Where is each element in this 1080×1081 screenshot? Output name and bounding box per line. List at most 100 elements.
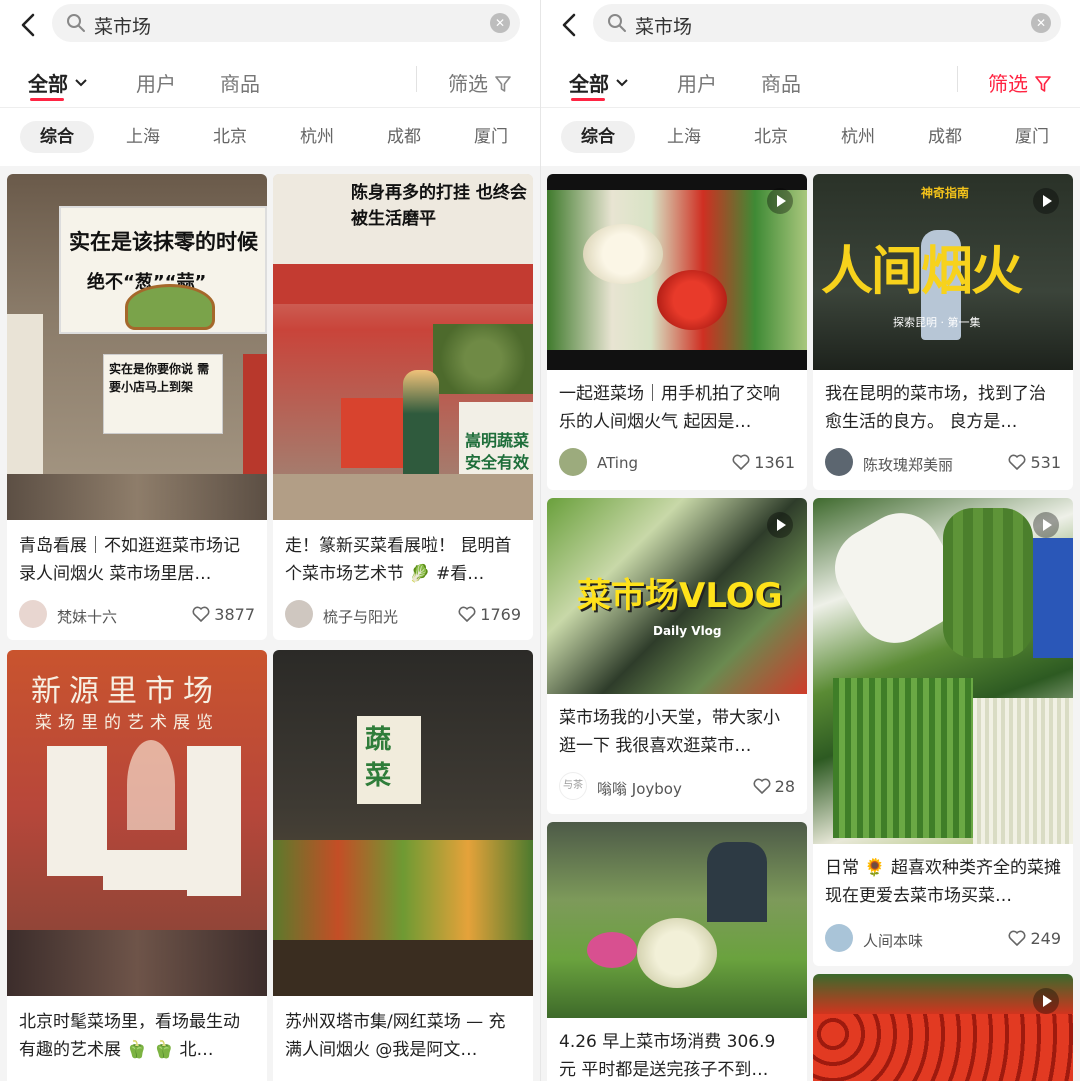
filter-label: 筛选 <box>448 72 488 96</box>
city-chip-hangzhou[interactable]: 杭州 <box>280 121 354 153</box>
image-subtitle: 菜场里的艺术展览 <box>35 713 219 733</box>
city-chip-xiamen[interactable]: 厦门 <box>454 121 528 153</box>
city-chip-beijing[interactable]: 北京 <box>193 121 267 153</box>
note-title: 北京时髦菜场里，看场最生动有趣的艺术展 🫑 🫑 北… <box>19 1012 240 1060</box>
active-tab-underline <box>30 98 64 101</box>
divider <box>957 66 958 92</box>
sign-text: 蔬菜 <box>365 725 392 791</box>
right-screen: 菜市场 ✕ 全部 用户 商品 筛选 综合 上海 北京 杭州 成都 厦门 一起逛菜… <box>540 0 1080 1081</box>
top-bar: 菜市场 ✕ <box>541 0 1080 50</box>
tab-goods[interactable]: 商品 <box>220 68 260 97</box>
author-name[interactable]: ATing <box>597 454 638 472</box>
note-title: 走！篆新买菜看展啦！ 昆明首个菜市场艺术节 🥬 #看… <box>285 536 512 584</box>
like-count-value: 249 <box>1030 929 1061 948</box>
author-avatar[interactable]: 与茶 <box>559 772 587 800</box>
author-name[interactable]: 人间本味 <box>863 930 923 951</box>
tab-goods[interactable]: 商品 <box>761 68 801 97</box>
note-title: 一起逛菜场｜用手机拍了交响乐的人间烟火气 起因是… <box>559 384 780 432</box>
city-chip-all[interactable]: 综合 <box>20 121 94 153</box>
filter-button[interactable]: 筛选 <box>448 68 512 97</box>
note-card[interactable]: 蔬菜 苏州双塔市集/网红菜场 — 充满人间烟火 @我是阿文… <box>273 650 533 1081</box>
like-count[interactable]: 3877 <box>192 605 255 624</box>
note-cover-image: 新源里市场 菜场里的艺术展览 <box>7 650 267 996</box>
city-chip-xiamen[interactable]: 厦门 <box>995 121 1069 153</box>
filter-button[interactable]: 筛选 <box>988 68 1052 97</box>
city-filter-bar: 综合 上海 北京 杭州 成都 厦门 <box>0 108 540 166</box>
like-count[interactable]: 249 <box>1008 929 1061 948</box>
like-count-value: 531 <box>1030 453 1061 472</box>
city-chip-all[interactable]: 综合 <box>561 121 635 153</box>
image-title: 菜市场VLOG <box>577 576 783 616</box>
city-chip-hangzhou[interactable]: 杭州 <box>821 121 895 153</box>
video-play-icon <box>1033 988 1059 1014</box>
author-avatar[interactable] <box>285 600 313 628</box>
author-name[interactable]: 梵妹十六 <box>57 606 117 627</box>
author-name[interactable]: 陈玫瑰郑美丽 <box>863 454 953 475</box>
clear-search-icon[interactable]: ✕ <box>490 13 510 33</box>
note-card[interactable]: 一起逛菜场｜用手机拍了交响乐的人间烟火气 起因是… ATing 1361 <box>547 174 807 490</box>
tab-users[interactable]: 用户 <box>136 68 176 97</box>
heart-icon <box>458 606 476 622</box>
funnel-icon <box>1035 76 1051 92</box>
city-chip-shanghai[interactable]: 上海 <box>106 121 180 153</box>
heart-icon <box>192 606 210 622</box>
note-cover-image: 神奇指南 人间烟火 探索昆明 · 第一集 <box>813 174 1073 370</box>
chevron-down-icon <box>616 79 628 87</box>
image-subtitle: 探索昆明 · 第一集 <box>893 316 981 329</box>
city-chip-shanghai[interactable]: 上海 <box>647 121 721 153</box>
note-card[interactable]: 新源里市场 菜场里的艺术展览 北京时髦菜场里，看场最生动有趣的艺术展 🫑 🫑 北… <box>7 650 267 1081</box>
note-card[interactable] <box>813 974 1073 1081</box>
like-count[interactable]: 531 <box>1008 453 1061 472</box>
chevron-down-icon <box>75 79 87 87</box>
author-avatar[interactable] <box>825 448 853 476</box>
note-card[interactable]: 实在是该抹零的时候 绝不“葱”“蒜” 实在是你要你说 需要小店马上到架 青岛看展… <box>7 174 267 640</box>
note-cover-image: 陈身再多的打挂 也终会被生活磨平 嵩明蔬菜 安全有效 <box>273 174 533 520</box>
note-cover-image <box>813 498 1073 844</box>
tab-users[interactable]: 用户 <box>677 68 717 97</box>
back-arrow-icon[interactable] <box>14 10 44 40</box>
active-tab-underline <box>571 98 605 101</box>
author-name[interactable]: 嗡嗡 Joyboy <box>597 778 682 799</box>
tab-all[interactable]: 全部 <box>28 68 88 101</box>
image-title: 人间烟火 <box>821 242 1023 302</box>
result-type-tabs: 全部 用户 商品 筛选 <box>541 50 1080 108</box>
like-count[interactable]: 1769 <box>458 605 521 624</box>
author-name[interactable]: 梳子与阳光 <box>323 606 398 627</box>
video-play-icon <box>1033 512 1059 538</box>
note-title: 日常 🌻 超喜欢种类齐全的菜摊 现在更爱去菜市场买菜… <box>825 858 1061 906</box>
city-chip-beijing[interactable]: 北京 <box>734 121 808 153</box>
city-filter-bar: 综合 上海 北京 杭州 成都 厦门 <box>541 108 1080 166</box>
sign-text: 嵩明蔬菜 安全有效 <box>465 431 530 472</box>
note-cover-image: 菜市场VLOG Daily Vlog <box>547 498 807 694</box>
clear-search-icon[interactable]: ✕ <box>1031 13 1051 33</box>
video-play-icon <box>1033 188 1059 214</box>
note-cover-image <box>547 174 807 370</box>
like-count-value: 1361 <box>754 453 795 472</box>
back-arrow-icon[interactable] <box>555 10 585 40</box>
like-count-value: 3877 <box>214 605 255 624</box>
note-card[interactable]: 菜市场VLOG Daily Vlog 菜市场我的小天堂，带大家小逛一下 我很喜欢… <box>547 498 807 814</box>
note-cover-image <box>547 822 807 1018</box>
note-card[interactable]: 陈身再多的打挂 也终会被生活磨平 嵩明蔬菜 安全有效 走！篆新买菜看展啦！ 昆明… <box>273 174 533 640</box>
city-chip-chengdu[interactable]: 成都 <box>908 121 982 153</box>
tab-all-label: 全部 <box>569 72 609 96</box>
like-count[interactable]: 1361 <box>732 453 795 472</box>
note-card[interactable]: 4.26 早上菜市场消费 306.9 元 平时都是送完孩子不到… <box>547 822 807 1081</box>
note-title: 我在昆明的菜市场，找到了治愈生活的良方。 良方是… <box>825 384 1046 432</box>
banner-text: 陈身再多的打挂 也终会被生活磨平 <box>351 183 527 229</box>
sign-text: 实在是该抹零的时候 <box>69 229 258 254</box>
note-card[interactable]: 神奇指南 人间烟火 探索昆明 · 第一集 我在昆明的菜市场，找到了治愈生活的良方… <box>813 174 1073 490</box>
note-card[interactable]: 日常 🌻 超喜欢种类齐全的菜摊 现在更爱去菜市场买菜… 人间本味 249 <box>813 498 1073 966</box>
search-bar[interactable]: 菜市场 ✕ <box>593 4 1061 42</box>
author-avatar[interactable] <box>825 924 853 952</box>
note-cover-image <box>813 974 1073 1081</box>
sign-text: 实在是你要你说 需要小店马上到架 <box>109 362 210 394</box>
note-cover-image: 实在是该抹零的时候 绝不“葱”“蒜” 实在是你要你说 需要小店马上到架 <box>7 174 267 520</box>
city-chip-chengdu[interactable]: 成都 <box>367 121 441 153</box>
left-screen: 菜市场 ✕ 全部 用户 商品 筛选 综合 上海 北京 杭州 成都 厦门 实在是该… <box>0 0 540 1081</box>
author-avatar[interactable] <box>19 600 47 628</box>
like-count[interactable]: 28 <box>753 777 795 796</box>
tab-all[interactable]: 全部 <box>569 68 629 101</box>
author-avatar[interactable] <box>559 448 587 476</box>
search-bar[interactable]: 菜市场 ✕ <box>52 4 520 42</box>
